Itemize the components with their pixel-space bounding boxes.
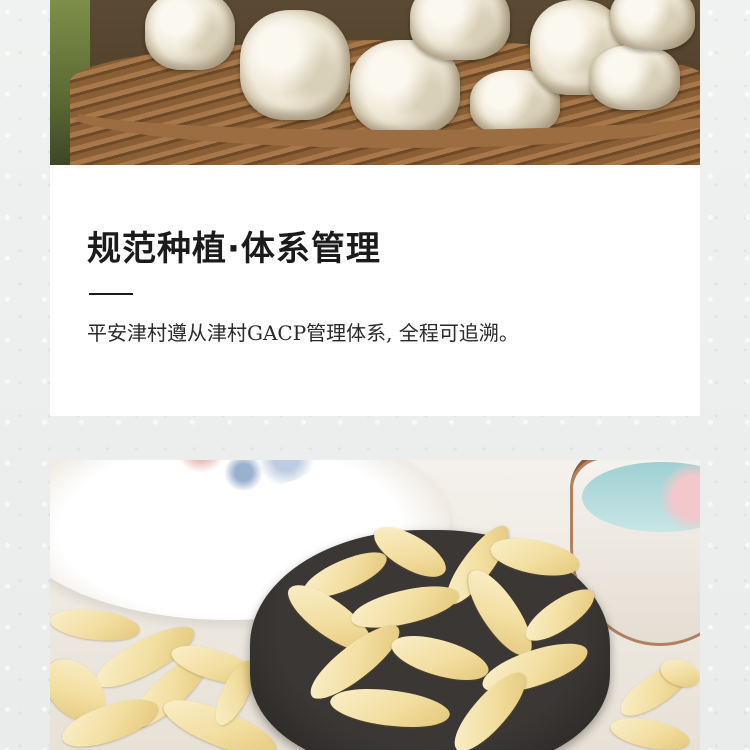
dried-lily-petals-photo bbox=[50, 460, 700, 750]
plate-floral-pattern bbox=[150, 460, 320, 490]
lily-petal bbox=[50, 602, 142, 648]
lily-bulbs-basket-photo bbox=[50, 0, 700, 165]
section-description: 平安津村遵从津村GACP管理体系, 全程可追溯。 bbox=[87, 321, 519, 345]
lily-bulb bbox=[145, 0, 235, 70]
title-divider bbox=[89, 293, 133, 295]
lily-bulb bbox=[410, 0, 510, 60]
section-title: 规范种植·体系管理 bbox=[87, 229, 381, 269]
info-card: 规范种植·体系管理 平安津村遵从津村GACP管理体系, 全程可追溯。 bbox=[50, 165, 700, 416]
lily-bulb bbox=[610, 0, 695, 50]
bowl-interior bbox=[582, 462, 700, 532]
lily-petal bbox=[607, 710, 693, 750]
